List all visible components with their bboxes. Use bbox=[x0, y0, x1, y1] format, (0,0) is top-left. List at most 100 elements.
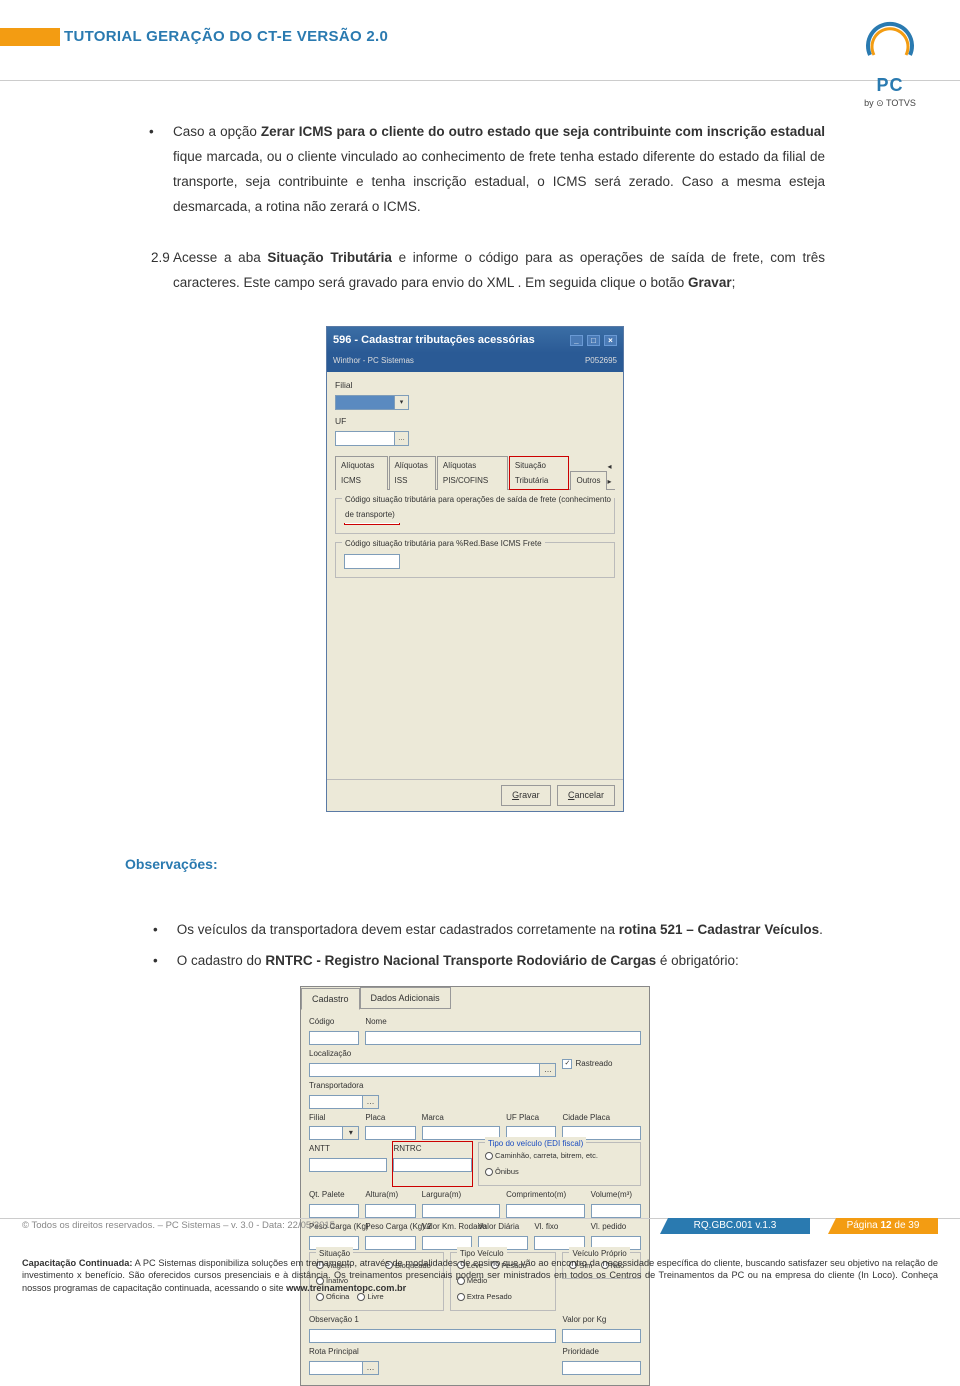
largura-label: Largura(m) bbox=[422, 1188, 501, 1203]
antt-input[interactable] bbox=[309, 1158, 387, 1172]
header-accent-bar bbox=[0, 28, 60, 46]
t: é obrigatório: bbox=[656, 953, 739, 968]
ellipsis-icon[interactable]: … bbox=[363, 1361, 379, 1375]
obs-item-2: O cadastro do RNTRC - Registro Nacional … bbox=[173, 949, 825, 974]
cc-title: Capacitação Continuada: bbox=[22, 1258, 132, 1268]
nome-input[interactable] bbox=[365, 1031, 641, 1045]
window-subtitle: Winthor - PC Sistemas P052695 bbox=[327, 353, 623, 372]
window-controls: _ □ × bbox=[569, 330, 617, 350]
icms-option-name: Zerar ICMS para o cliente do outro estad… bbox=[261, 124, 825, 139]
ellipsis-icon[interactable]: … bbox=[540, 1063, 556, 1077]
radio-oficina[interactable] bbox=[316, 1293, 324, 1301]
tab-nav-arrows[interactable]: ◂ ▸ bbox=[608, 460, 615, 490]
radio-caminhao[interactable] bbox=[485, 1152, 493, 1160]
tab-name-ref: Situação Tributária bbox=[267, 250, 391, 265]
page-title: TUTORIAL GERAÇÃO DO CT-E VERSÃO 2.0 bbox=[64, 28, 388, 45]
rota-input[interactable] bbox=[309, 1361, 363, 1375]
logo-brand-text: PC bbox=[855, 75, 925, 96]
tipo-edi-label: Tipo do veículo (EDI fiscal) bbox=[485, 1137, 586, 1152]
screenshot-cadastro-form: Cadastro Dados Adicionais Código Nome Lo… bbox=[300, 986, 650, 1386]
observacao1-input[interactable] bbox=[309, 1329, 556, 1343]
pesocarga2-input[interactable] bbox=[365, 1236, 415, 1250]
main-content: • Caso a opção Zerar ICMS para o cliente… bbox=[125, 120, 825, 1386]
gravar-button[interactable]: Gravar bbox=[501, 785, 551, 806]
radio-livre[interactable] bbox=[357, 1293, 365, 1301]
group1-label: Código situação tributária para operaçõe… bbox=[342, 493, 614, 523]
ellipsis-icon[interactable]: … bbox=[363, 1095, 379, 1109]
codigo-red-base-input[interactable] bbox=[344, 554, 400, 569]
rota-label: Rota Principal bbox=[309, 1345, 556, 1360]
t: de 39 bbox=[892, 1220, 920, 1231]
ellipsis-icon[interactable]: … bbox=[395, 431, 409, 446]
qtpalete-input[interactable] bbox=[309, 1204, 359, 1218]
radio-extrapesado[interactable] bbox=[457, 1293, 465, 1301]
rastreado-checkbox[interactable]: ✓ bbox=[562, 1059, 572, 1069]
cadastro-tabstrip: Cadastro Dados Adicionais bbox=[301, 987, 649, 1010]
cc-body: A PC Sistemas disponibiliza soluções em … bbox=[22, 1258, 938, 1293]
logo-swirl-icon bbox=[860, 10, 920, 70]
t: Acesse a aba bbox=[173, 250, 267, 265]
bullet-icms-item: • Caso a opção Zerar ICMS para o cliente… bbox=[173, 120, 825, 220]
largura-input[interactable] bbox=[422, 1204, 501, 1218]
ufplaca-label: UF Placa bbox=[506, 1111, 556, 1126]
qtpalete-label: Qt. Palete bbox=[309, 1188, 359, 1203]
tab-dados-adicionais[interactable]: Dados Adicionais bbox=[360, 987, 451, 1010]
window-titlebar: 596 - Cadastrar tributações acessórias _… bbox=[327, 327, 623, 353]
filial-combo[interactable] bbox=[335, 395, 395, 410]
t: ravar bbox=[519, 790, 540, 800]
nome-label: Nome bbox=[365, 1015, 641, 1030]
logo-sub-text: by ⊙ TOTVS bbox=[855, 98, 925, 109]
tab-strip: Alíquotas ICMS Alíquotas ISS Alíquotas P… bbox=[335, 455, 615, 491]
minimize-icon[interactable]: _ bbox=[570, 335, 583, 346]
close-icon[interactable]: × bbox=[604, 335, 617, 346]
subtitle-right: P052695 bbox=[585, 354, 617, 369]
footer-page-badge: Página 12 de 39 bbox=[828, 1218, 938, 1234]
tab-aliquotas-pis-cofins[interactable]: Alíquotas PIS/COFINS bbox=[437, 456, 508, 491]
radio-onibus[interactable] bbox=[485, 1168, 493, 1176]
comprimento-input[interactable] bbox=[506, 1204, 585, 1218]
placa-input[interactable] bbox=[365, 1126, 415, 1140]
rntrc-ref: RNTRC - Registro Nacional Transporte Rod… bbox=[265, 953, 656, 968]
pesocarga2-label: Peso Carga (Kg).2 bbox=[365, 1220, 415, 1235]
filial-label: Filial bbox=[309, 1111, 359, 1126]
tab-aliquotas-iss[interactable]: Alíquotas ISS bbox=[389, 456, 436, 491]
tab-cadastro[interactable]: Cadastro bbox=[301, 988, 360, 1011]
antt-label: ANTT bbox=[309, 1142, 387, 1157]
subtitle-left: Winthor - PC Sistemas bbox=[333, 354, 414, 369]
altura-input[interactable] bbox=[365, 1204, 415, 1218]
uf-input[interactable] bbox=[335, 431, 395, 446]
group-codigo-saida-frete: Código situação tributária para operaçõe… bbox=[335, 498, 615, 534]
t: Página bbox=[847, 1220, 881, 1231]
chevron-down-icon[interactable]: ▾ bbox=[343, 1126, 359, 1140]
vlpedido-label: Vl. pedido bbox=[591, 1220, 641, 1235]
filial-input[interactable] bbox=[309, 1126, 343, 1140]
tipo-veiculo-edi-group: Tipo do veículo (EDI fiscal) Caminhão, c… bbox=[478, 1142, 641, 1186]
screenshot-596-window: 596 - Cadastrar tributações acessórias _… bbox=[326, 326, 624, 812]
cc-link[interactable]: www.treinamentopc.com.br bbox=[286, 1283, 406, 1293]
volume-input[interactable] bbox=[591, 1204, 641, 1218]
codigo-input[interactable] bbox=[309, 1031, 359, 1045]
t: Os veículos da transportadora devem esta… bbox=[177, 922, 619, 937]
window-title: 596 - Cadastrar tributações acessórias bbox=[333, 330, 535, 350]
localizacao-input[interactable] bbox=[309, 1063, 540, 1077]
tab-outros[interactable]: Outros bbox=[570, 471, 606, 491]
rntrc-input[interactable] bbox=[393, 1158, 472, 1172]
prioridade-label: Prioridade bbox=[562, 1345, 641, 1360]
prioridade-input[interactable] bbox=[562, 1361, 641, 1375]
cancelar-button[interactable]: Cancelar bbox=[557, 785, 615, 806]
vlfixo-label: Vl. fixo bbox=[534, 1220, 584, 1235]
footer-code-badge: RQ.GBC.001 v.1.3 bbox=[660, 1218, 810, 1234]
altura-label: Altura(m) bbox=[365, 1188, 415, 1203]
brand-logo: PC by ⊙ TOTVS bbox=[855, 10, 925, 109]
transportadora-input[interactable] bbox=[309, 1095, 363, 1109]
tab-aliquotas-icms[interactable]: Alíquotas ICMS bbox=[335, 456, 388, 491]
observations-heading: Observações: bbox=[125, 852, 825, 878]
valorporkg-input[interactable] bbox=[562, 1329, 641, 1343]
filial-label: Filial bbox=[335, 378, 615, 394]
r-label: Ônibus bbox=[495, 1165, 519, 1179]
t: O cadastro do bbox=[177, 953, 266, 968]
volume-label: Volume(m³) bbox=[591, 1188, 641, 1203]
maximize-icon[interactable]: □ bbox=[587, 335, 600, 346]
tab-situacao-tributaria[interactable]: Situação Tributária bbox=[509, 456, 570, 491]
chevron-down-icon[interactable]: ▾ bbox=[395, 395, 409, 410]
